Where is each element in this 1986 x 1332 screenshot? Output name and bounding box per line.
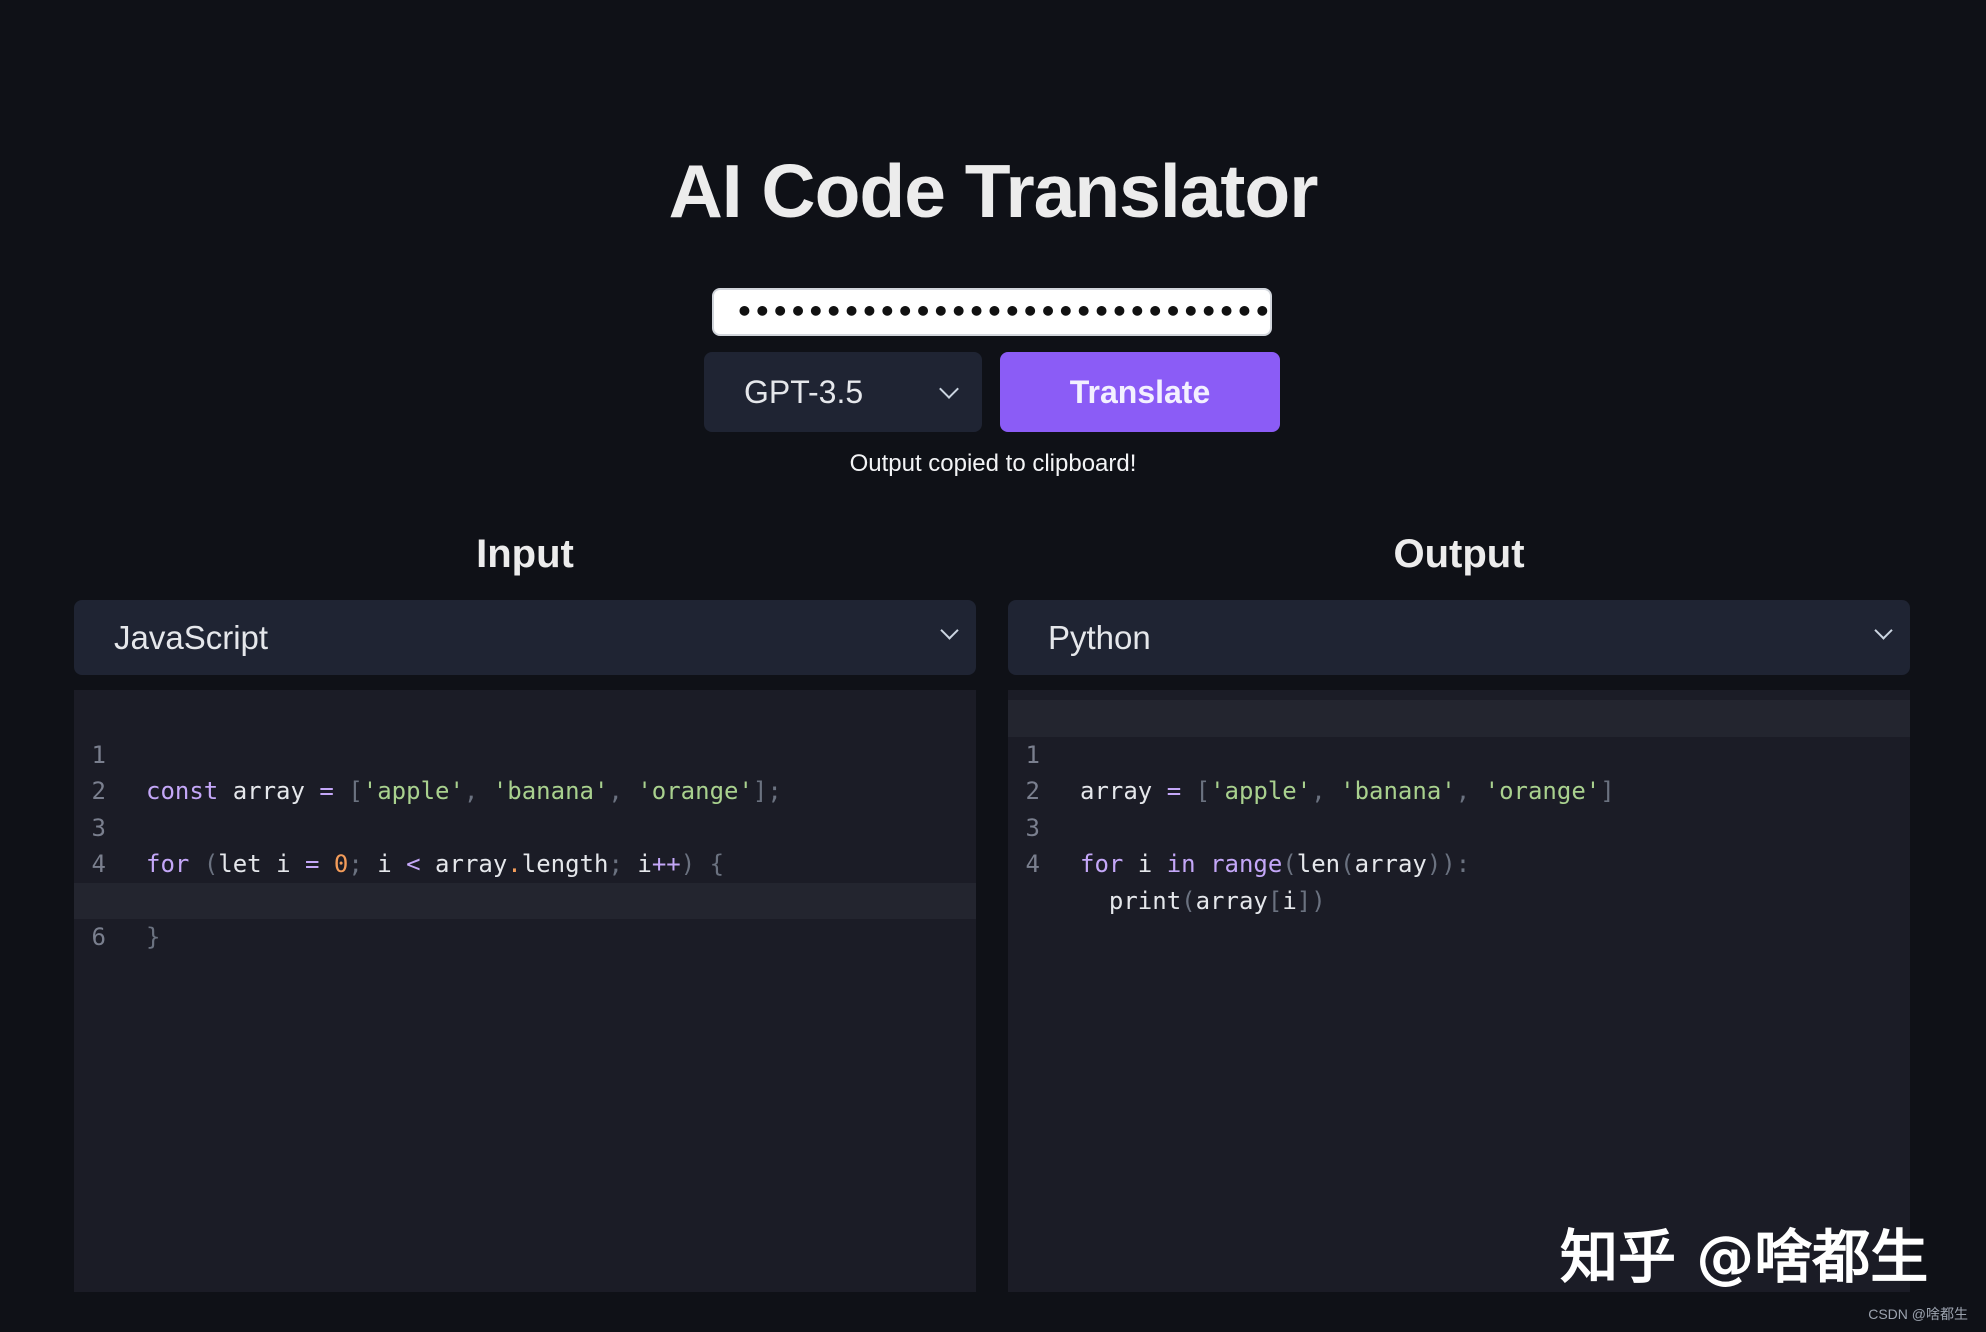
code-text: print(array[i])	[1080, 886, 1326, 915]
input-language-value: JavaScript	[114, 619, 269, 656]
line-number: 4	[1025, 850, 1040, 878]
page-title: AI Code Translator	[668, 149, 1319, 233]
code-text: for i in range(len(array)):	[1080, 850, 1471, 878]
status-message: Output copied to clipboard!	[849, 450, 1137, 477]
api-key-input[interactable]: ••••••••••••••••••••••••••••••••••	[712, 288, 1272, 336]
code-line: 4 print(array[i])	[1008, 810, 1910, 915]
translate-button[interactable]: Translate	[1000, 352, 1280, 432]
code-line: 3 for i in range(len(array)):	[1008, 773, 1910, 879]
code-line: 2	[1008, 737, 1910, 805]
chevron-down-icon	[940, 621, 959, 640]
app-root: AI Code Translator •••••••••••••••••••••…	[0, 0, 1986, 1332]
output-language-value: Python	[1048, 619, 1151, 656]
code-line: 2	[74, 737, 976, 805]
input-code-editor[interactable]: 1 const array = ['apple', 'banana', 'ora…	[74, 690, 976, 1292]
code-line: 1 const array = ['apple', 'banana', 'ora…	[74, 700, 976, 806]
output-heading: Output	[1393, 532, 1525, 576]
output-language-select[interactable]: Python	[1008, 600, 1910, 675]
credit-text: CSDN @啥都生	[1868, 1306, 1968, 1322]
code-line: 5 }	[74, 846, 976, 952]
chevron-down-icon	[939, 379, 959, 399]
line-number: 6	[91, 923, 106, 951]
model-select[interactable]: GPT-3.5	[704, 352, 982, 432]
output-code-editor[interactable]: 1 array = ['apple', 'banana', 'orange'] …	[1008, 690, 1910, 1292]
code-line: 4 console.log(array[i]);	[74, 810, 976, 915]
watermark: 知乎 @啥都生	[1560, 1223, 1929, 1291]
chevron-down-icon	[1874, 621, 1893, 640]
input-heading: Input	[476, 532, 574, 576]
input-language-select[interactable]: JavaScript	[74, 600, 976, 675]
code-line: 3 for (let i = 0; i < array.length; i++)…	[74, 773, 976, 879]
model-select-value: GPT-3.5	[744, 374, 864, 410]
code-line-active: 1 array = ['apple', 'banana', 'orange']	[1008, 700, 1910, 805]
code-line-active: 6	[74, 882, 976, 951]
